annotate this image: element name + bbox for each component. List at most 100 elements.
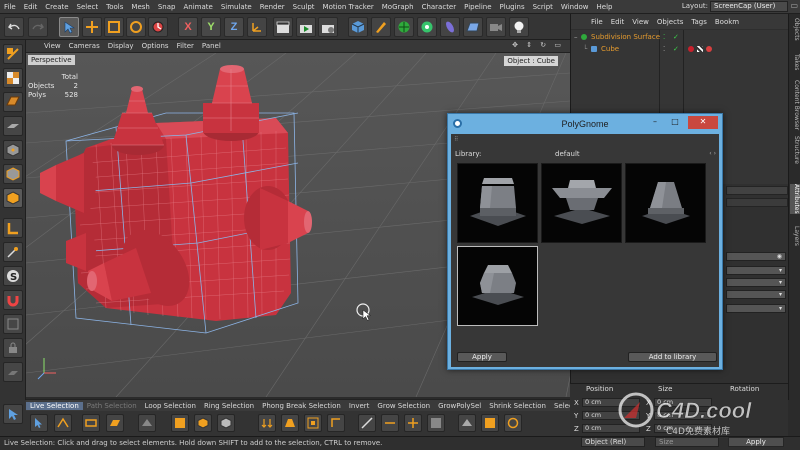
menu-help[interactable]: Help [593, 3, 617, 11]
collapse-toggle-icon[interactable]: – [574, 31, 578, 43]
path-selection-tool[interactable] [54, 414, 72, 432]
om-menu-view[interactable]: View [628, 18, 653, 26]
om-menu-tags[interactable]: Tags [687, 18, 711, 26]
menu-plugins[interactable]: Plugins [496, 3, 529, 11]
tab-live-selection[interactable]: Live Selection [26, 401, 83, 410]
subdivision-surface-button[interactable] [394, 17, 414, 37]
attributes-field-1[interactable]: ◉ [726, 252, 786, 261]
render-view-button[interactable] [273, 17, 293, 37]
move-tool-button[interactable] [82, 17, 102, 37]
tab-path-selection[interactable]: Path Selection [83, 402, 141, 410]
side-tab-takes[interactable]: Takes [790, 54, 800, 70]
enabled-check-icon[interactable]: ✓ [673, 43, 679, 55]
connect-tool[interactable] [381, 414, 399, 432]
live-selection-button[interactable] [59, 17, 79, 37]
lock-workplane-button[interactable] [3, 338, 23, 358]
bridge-tool[interactable] [427, 414, 445, 432]
extrude-tool[interactable] [258, 414, 276, 432]
maximize-icon[interactable]: □ [666, 116, 684, 129]
tab-invert[interactable]: Invert [345, 402, 374, 410]
floor-button[interactable] [463, 17, 483, 37]
close-icon[interactable]: ✕ [688, 116, 718, 129]
workplane-lock-button[interactable] [3, 314, 23, 334]
om-menu-file[interactable]: File [587, 18, 607, 26]
rotate-tool-button[interactable] [126, 17, 146, 37]
material-tag-icon[interactable] [688, 46, 694, 52]
side-tab-objects[interactable]: Objects [790, 18, 800, 41]
phong-break-tool[interactable] [138, 414, 156, 432]
om-menu-bookmarks[interactable]: Bookm [711, 18, 743, 26]
library-arrows-icon[interactable]: ‹ › [709, 150, 716, 157]
spline-pen-button[interactable] [371, 17, 391, 37]
menu-snap[interactable]: Snap [154, 3, 180, 11]
deformer-button[interactable] [440, 17, 460, 37]
viewport-menu-display[interactable]: Display [104, 42, 138, 50]
workplane-mode-button[interactable] [3, 116, 23, 136]
array-button[interactable] [417, 17, 437, 37]
side-tab-structure[interactable]: Structure [790, 136, 800, 164]
viewport-menu-filter[interactable]: Filter [173, 42, 198, 50]
side-tab-attributes[interactable]: Attributes [790, 184, 800, 214]
tab-growpolysel[interactable]: GrowPolySel [434, 402, 485, 410]
grow-selection-tool[interactable] [194, 414, 212, 432]
points-mode-button[interactable] [3, 140, 23, 160]
tweak-mode-button[interactable] [3, 242, 23, 262]
menu-mograph[interactable]: MoGraph [378, 3, 418, 11]
live-selection-tool[interactable] [30, 414, 48, 432]
texture-tag-icon[interactable] [697, 46, 703, 52]
matrix-extrude-tool[interactable] [327, 414, 345, 432]
snap-button[interactable] [3, 290, 23, 310]
library-thumbnail-cone-frustum[interactable] [625, 163, 706, 243]
light-button[interactable] [509, 17, 529, 37]
object-name-cube[interactable]: Cube [601, 43, 619, 55]
texture-mode-button[interactable] [3, 92, 23, 112]
library-thumbnail-wide-flange[interactable] [541, 163, 622, 243]
library-thumbnail-stepped-cylinder[interactable] [457, 163, 538, 243]
viewport-menu-options[interactable]: Options [138, 42, 173, 50]
viewport-nav-icons[interactable]: ✥ ⇕ ↻ ▭ [512, 41, 564, 49]
bevel-tool[interactable] [281, 414, 299, 432]
tab-shrink-selection[interactable]: Shrink Selection [485, 402, 550, 410]
make-editable-button[interactable] [3, 44, 23, 64]
camera-button[interactable] [486, 17, 506, 37]
loop-selection-tool[interactable] [82, 414, 100, 432]
om-menu-edit[interactable]: Edit [607, 18, 629, 26]
attributes-field-5[interactable]: ▾ [726, 304, 786, 313]
tab-loop-selection[interactable]: Loop Selection [141, 402, 200, 410]
menu-select[interactable]: Select [73, 3, 103, 11]
render-settings-button[interactable] [318, 17, 338, 37]
live-selection-tool-button[interactable] [3, 404, 23, 424]
attributes-toolbar[interactable] [726, 186, 788, 195]
object-row-subdivision-surface[interactable]: – Subdivision Surface ⁚ ✓ [571, 31, 789, 43]
side-tab-content-browser[interactable]: Content Browser [790, 80, 800, 130]
edges-mode-button[interactable] [3, 164, 23, 184]
render-picture-viewer-button[interactable] [296, 17, 316, 37]
library-dropdown[interactable]: default [555, 150, 580, 158]
minimize-icon[interactable]: – [646, 116, 664, 129]
om-menu-objects[interactable]: Objects [653, 18, 687, 26]
add-point-tool[interactable] [404, 414, 422, 432]
menu-character[interactable]: Character [418, 3, 461, 11]
tab-grow-selection[interactable]: Grow Selection [373, 402, 434, 410]
selection-tag-icon[interactable] [706, 46, 712, 52]
solo-mode-button[interactable]: S [3, 266, 23, 286]
menu-edit[interactable]: Edit [20, 3, 42, 11]
camera-label[interactable]: Perspective [28, 55, 75, 65]
side-tab-layers[interactable]: Layers [790, 226, 800, 246]
window-controls-icon[interactable]: ▭ [790, 1, 798, 10]
x-axis-toggle[interactable]: X [178, 17, 198, 37]
extrude-inner-tool[interactable] [304, 414, 322, 432]
library-thumbnail-bevelled-cylinder[interactable] [457, 246, 538, 326]
planar-workplane-button[interactable] [3, 362, 23, 382]
weld-tool[interactable] [458, 414, 476, 432]
melt-tool[interactable] [481, 414, 499, 432]
redo-button[interactable] [28, 17, 48, 37]
menu-animate[interactable]: Animate [179, 3, 216, 11]
polygons-mode-button[interactable] [3, 188, 23, 208]
tab-phong-break-selection[interactable]: Phong Break Selection [258, 402, 345, 410]
menu-mesh[interactable]: Mesh [127, 3, 153, 11]
z-axis-toggle[interactable]: Z [224, 17, 244, 37]
viewport-menu-view[interactable]: View [40, 42, 65, 50]
recent-tools-button[interactable] [148, 17, 168, 37]
menu-tools[interactable]: Tools [102, 3, 127, 11]
